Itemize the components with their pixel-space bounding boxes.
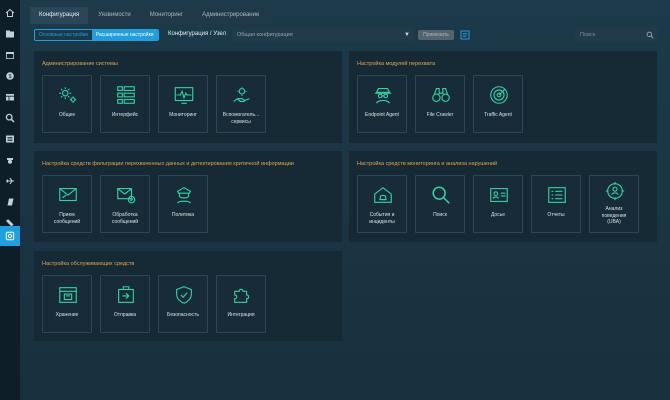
police-officer-icon [176,187,192,204]
search-input[interactable]: Поиск [575,28,658,42]
shield-check-icon [176,286,192,304]
advanced-settings-button[interactable]: Расширенные настройки [91,30,158,40]
panel-title: Администрирование системы [42,61,118,67]
puzzle-icon [234,288,250,303]
tile-search[interactable]: Поиск [415,175,465,233]
tile-label: Политика [171,212,195,218]
tile-label: Безопасность [167,312,199,318]
sidebar: $ [0,0,20,400]
send-package-icon [118,286,134,303]
tile-label: Отправка [113,312,137,318]
tile-storage[interactable]: Хранение [42,275,92,333]
tile-file-crawler[interactable]: File Crawler [415,75,465,133]
gears-icon [59,87,77,103]
heartbeat-monitor-icon [174,87,194,104]
tile-label: Анализ поведения (UBA) [601,206,627,225]
layout-icon [117,86,135,104]
bug-icon[interactable]: $ [0,66,20,86]
radar-icon [490,86,508,104]
service-hand-icon [233,86,250,102]
panel-title: Настройка средств мониторинга и анализа … [357,161,498,167]
tile-interface[interactable]: Интерфейс [100,75,150,133]
tile-events-incidents[interactable]: События и инциденты [357,175,407,233]
breadcrumb: Конфигурация / Узел [168,31,227,37]
mail-check-icon [117,188,136,204]
tile-label: Endpoint Agent [365,112,399,118]
tile-behavior-analysis[interactable]: Анализ поведения (UBA) [589,175,639,233]
alarm-house-icon [374,186,392,203]
user-target-icon [605,181,625,201]
toolbar: Основные настройки Расширенные настройки… [27,27,670,44]
tile-policy[interactable]: Политика [158,175,208,233]
panel-title: Настройка модулей перехвата [357,61,436,67]
plane-icon[interactable] [0,171,20,191]
tile-label: События и инциденты [369,212,395,225]
tile-sending[interactable]: Отправка [100,275,150,333]
tile-label: Интерфейс [111,112,139,118]
tile-label: Общее [58,112,76,118]
magnifier-icon [432,186,450,204]
tile-label: Мониторинг [169,112,197,118]
tile-label: Досье [490,212,506,218]
panel-system-administration: Администрирование системы Общее Интерфей… [34,51,342,143]
folder-icon[interactable] [0,24,20,44]
basic-settings-button[interactable]: Основные настройки [35,30,92,40]
list-icon[interactable] [0,129,20,149]
report-list-icon [548,187,566,203]
panel-title: Настройка средств фильтрации перехваченн… [42,161,294,167]
top-tabs: Конфигурация Уязвимости Мониторинг Админ… [30,7,269,24]
svg-text:$: $ [8,74,11,80]
panel-intercept-modules: Настройка модулей перехвата Endpoint Age… [349,51,657,143]
settings-icon[interactable] [0,226,20,246]
book-icon[interactable] [0,192,20,212]
search-icon [646,31,654,39]
panel-filtering: Настройка средств фильтрации перехваченн… [34,151,342,242]
tile-message-receiving[interactable]: Прием сообщений [42,175,92,233]
calendar-icon[interactable] [0,45,20,65]
tab-configuration[interactable]: Конфигурация [30,7,89,24]
id-card-icon [490,188,508,202]
configuration-select[interactable]: Общая конфигурация ▼ [232,28,414,42]
tile-dossier[interactable]: Досье [473,175,523,233]
mail-incoming-icon [59,188,77,202]
apply-button[interactable]: Применить [418,30,454,40]
panel-title: Настройка обслуживающих средств [42,261,135,267]
tile-reports[interactable]: Отчеты [531,175,581,233]
tab-monitoring[interactable]: Мониторинг [140,7,193,24]
tile-auxiliary-services[interactable]: Вспомогатель... сервисы [216,75,266,133]
configuration-select-value: Общая конфигурация [237,32,293,38]
document-icon[interactable] [460,30,470,40]
tile-label: Вспомогатель... сервисы [222,112,260,125]
table-icon[interactable] [0,87,20,107]
tile-label: Поиск [433,212,447,218]
tab-vulnerabilities[interactable]: Уязвимости [89,7,140,24]
tile-label: Traffic Agent [484,112,512,118]
storage-box-icon [59,287,77,303]
badge-icon[interactable] [0,150,20,170]
panel-monitoring-analysis: Настройка средств мониторинга и анализа … [349,151,657,242]
spy-agent-icon [374,88,392,104]
panel-service-tools: Настройка обслуживающих средств Хранение… [34,251,342,341]
tile-label: Обработка сообщений [111,212,139,225]
settings-mode-toggle: Основные настройки Расширенные настройки [34,29,159,41]
home-icon[interactable] [0,3,20,23]
search-placeholder: Поиск [580,32,596,38]
tile-traffic-agent[interactable]: Traffic Agent [473,75,523,133]
tile-general[interactable]: Общее [42,75,92,133]
tile-label: Интеграция [227,312,255,318]
tile-label: Прием сообщений [53,212,81,225]
tile-integration[interactable]: Интеграция [216,275,266,333]
tab-administration[interactable]: Администрирование [193,7,269,24]
tile-label: Хранение [55,312,79,318]
tile-endpoint-agent[interactable]: Endpoint Agent [357,75,407,133]
main-area: Конфигурация Уязвимости Мониторинг Админ… [27,0,670,400]
tile-monitoring[interactable]: Мониторинг [158,75,208,133]
chevron-down-icon: ▼ [404,32,410,38]
tile-label: File Crawler [426,112,454,118]
tile-message-processing[interactable]: Обработка сообщений [100,175,150,233]
binoculars-icon [432,88,450,102]
tile-security[interactable]: Безопасность [158,275,208,333]
tile-label: Отчеты [547,212,565,218]
search-icon[interactable] [0,108,20,128]
